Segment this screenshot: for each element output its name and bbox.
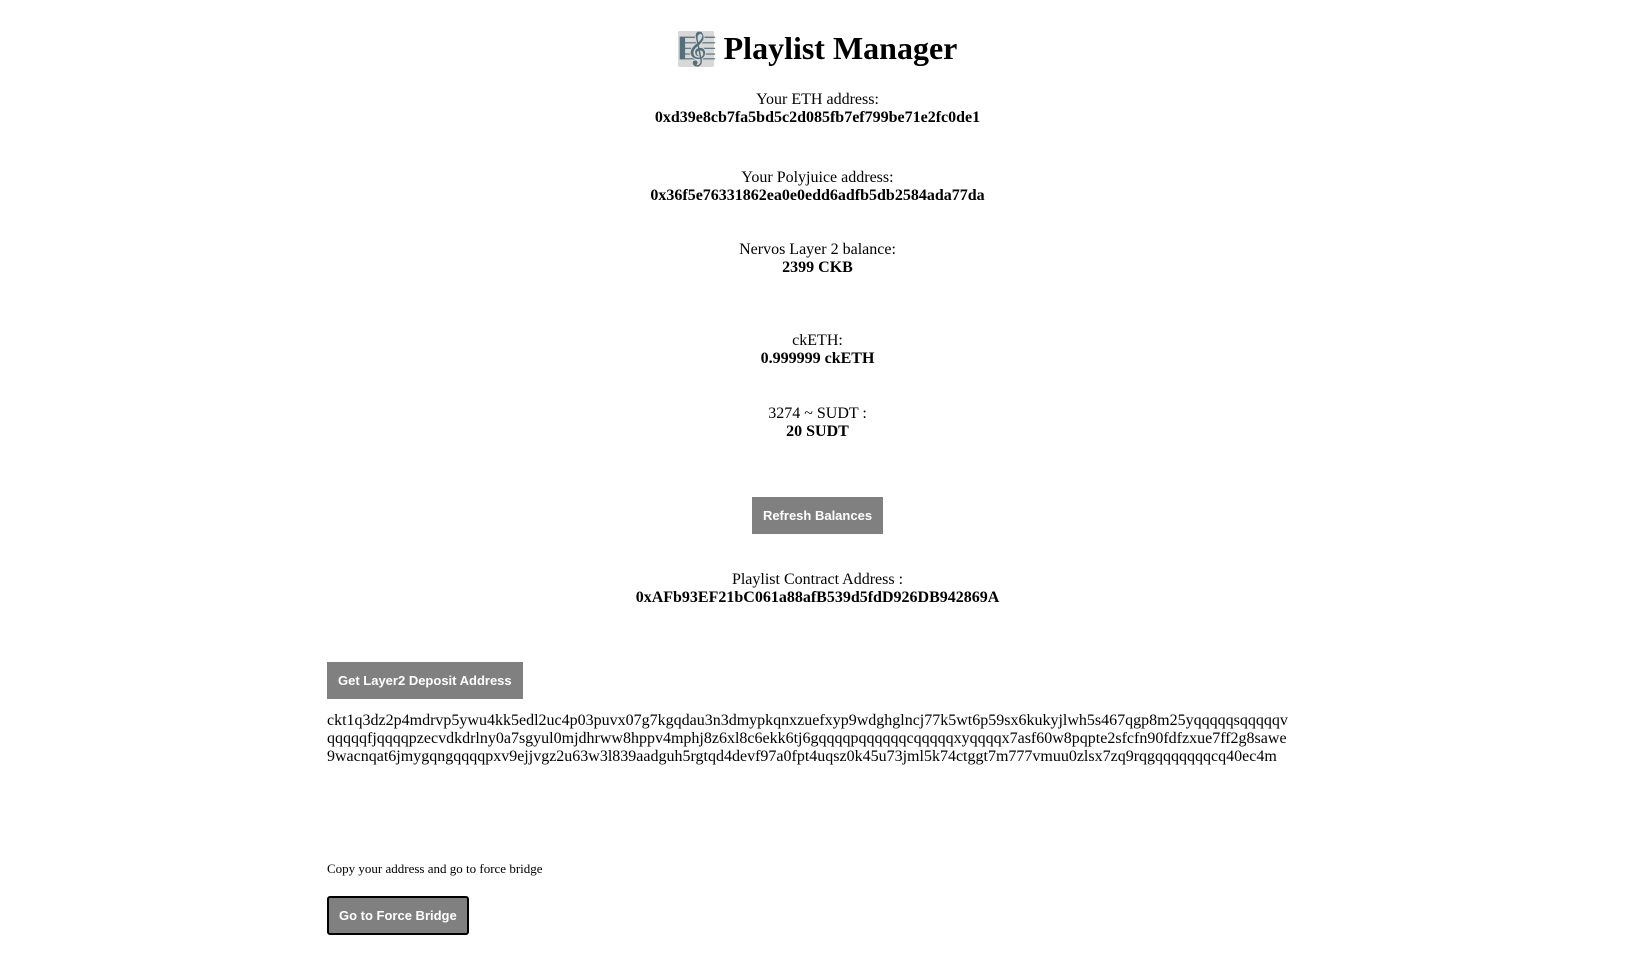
title-wrap: 🎼 Playlist Manager — [677, 29, 958, 68]
refresh-section: Refresh Balances — [0, 497, 1635, 534]
cketh-section: ckETH: 0.999999 ckETH — [0, 332, 1635, 368]
layer2-balance-section: Nervos Layer 2 balance: 2399 CKB — [0, 241, 1635, 277]
deposit-section: Get Layer2 Deposit Address — [327, 662, 523, 699]
eth-address-section: Your ETH address: 0xd39e8cb7fa5bd5c2d085… — [0, 91, 1635, 127]
music-staff-icon: 🎼 — [677, 29, 718, 68]
force-bridge-note: Copy your address and go to force bridge — [327, 861, 543, 876]
cketh-value: 0.999999 ckETH — [760, 350, 875, 367]
refresh-balances-button[interactable]: Refresh Balances — [751, 497, 884, 534]
contract-address-value: 0xAFb93EF21bC061a88afB539d5fdD926DB94286… — [635, 589, 1000, 606]
deposit-address-value: ckt1q3dz2p4mdrvp5ywu4kk5edl2uc4p03puvx07… — [327, 712, 1288, 765]
polyjuice-address-label: Your Polyjuice address: — [741, 169, 894, 186]
eth-address-value: 0xd39e8cb7fa5bd5c2d085fb7ef799be71e2fc0d… — [654, 109, 981, 126]
sudt-value: 20 SUDT — [786, 423, 849, 440]
page-title: Playlist Manager — [723, 30, 958, 66]
polyjuice-address-section: Your Polyjuice address: 0x36f5e76331862e… — [0, 169, 1635, 205]
get-deposit-address-button[interactable]: Get Layer2 Deposit Address — [327, 662, 523, 699]
sudt-section: 3274 ~ SUDT : 20 SUDT — [0, 405, 1635, 441]
sudt-label: 3274 ~ SUDT : — [768, 405, 867, 422]
force-bridge-section: Go to Force Bridge — [327, 896, 469, 935]
polyjuice-address-value: 0x36f5e76331862ea0e0edd6adfb5db2584ada77… — [650, 187, 985, 204]
cketh-label: ckETH: — [792, 332, 843, 349]
contract-address-section: Playlist Contract Address : 0xAFb93EF21b… — [0, 571, 1635, 607]
go-to-force-bridge-button[interactable]: Go to Force Bridge — [327, 896, 469, 935]
layer2-balance-value: 2399 CKB — [782, 259, 853, 276]
page-header: 🎼 Playlist Manager — [0, 30, 1635, 67]
contract-address-label: Playlist Contract Address : — [731, 571, 904, 588]
eth-address-label: Your ETH address: — [756, 91, 879, 108]
layer2-balance-label: Nervos Layer 2 balance: — [739, 241, 896, 258]
